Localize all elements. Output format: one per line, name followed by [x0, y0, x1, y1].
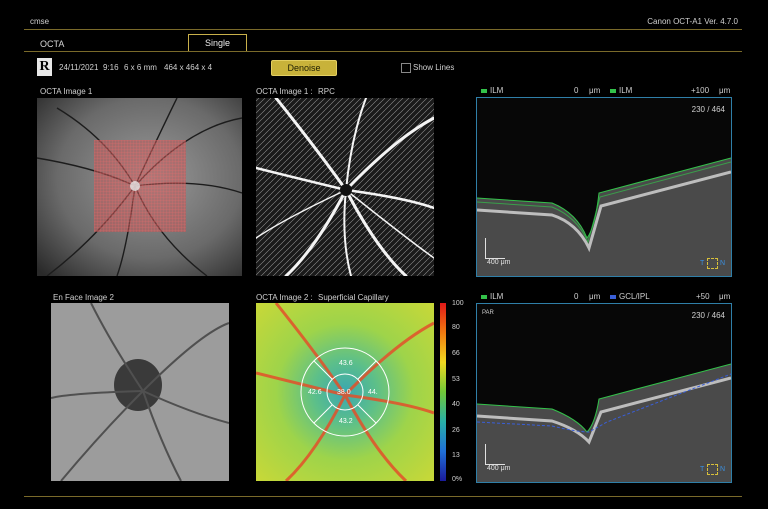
denoise-button[interactable]: Denoise: [271, 60, 337, 76]
tab-single[interactable]: Single: [188, 34, 247, 52]
ilm-line-indicator-2: [610, 89, 616, 93]
sector-center-value: 38.0: [337, 389, 351, 396]
colorbar-tick-80: 80: [452, 324, 460, 331]
colorbar-tick-100: 100: [452, 300, 464, 307]
ilm-line-indicator-bottom: [481, 295, 487, 299]
ilm-line-indicator: [481, 89, 487, 93]
footer-divider: [24, 496, 742, 497]
colorbar-tick-66: 66: [452, 350, 460, 357]
scan-resolution: 464 x 464 x 4: [164, 63, 213, 72]
density-colorbar: [440, 303, 446, 481]
scan-size: 6 x 6 mm: [124, 63, 157, 72]
octa-2-title: OCTA Image 2 :: [256, 293, 313, 302]
bscan-bottom[interactable]: PAR 230 / 464 400 μm T N: [476, 303, 732, 483]
sector-top-value: 43.6: [339, 360, 353, 367]
top-orientation-icon: [707, 258, 718, 269]
colorbar-tick-13: 13: [452, 452, 460, 459]
sector-left-value: 42.6: [308, 389, 322, 396]
tab-octa[interactable]: OCTA: [40, 39, 64, 49]
top-layer1-name: ILM: [490, 86, 504, 95]
exam-date: 24/11/2021: [59, 63, 99, 72]
bottom-layer2-name: GCL/IPL: [619, 292, 650, 301]
bottom-temporal-label: T: [700, 466, 705, 473]
bottom-slice-counter: 230 / 464: [691, 311, 725, 320]
version-label: Canon OCT-A1 Ver. 4.7.0: [647, 17, 738, 26]
top-scale-label: 400 μm: [487, 259, 511, 266]
top-layer1-offset: 0: [574, 86, 579, 95]
top-layer2-name: ILM: [619, 86, 633, 95]
top-nasal-label: N: [720, 260, 726, 267]
show-lines-label[interactable]: Show Lines: [413, 63, 454, 72]
gcl-ipl-line-indicator: [610, 295, 616, 299]
bottom-par-tag: PAR: [482, 310, 494, 316]
show-lines-checkbox[interactable]: [401, 63, 411, 73]
bottom-layer1-unit: μm: [589, 292, 601, 301]
bottom-layer2-offset: +50: [696, 292, 710, 301]
bottom-layer1-name: ILM: [490, 292, 504, 301]
octa-2-layer: Superficial Capillary: [318, 293, 389, 302]
fundus-octa-image-1[interactable]: [37, 98, 242, 276]
octa-rpc-image[interactable]: [256, 98, 434, 276]
top-layer2-offset: +100: [691, 86, 710, 95]
top-layer1-unit: μm: [589, 86, 601, 95]
bottom-layer1-offset: 0: [574, 292, 579, 301]
top-temporal-label: T: [700, 260, 705, 267]
bottom-scale-bar-v: [485, 444, 486, 464]
bscan-top[interactable]: 230 / 464 400 μm T N: [476, 97, 732, 277]
bottom-nasal-label: N: [720, 466, 726, 473]
user-label: cmse: [30, 17, 50, 26]
octa-rpc-title: OCTA Image 1 :: [256, 87, 313, 96]
colorbar-tick-26: 26: [452, 427, 460, 434]
colorbar-tick-0: 0%: [452, 476, 463, 483]
sector-bottom-value: 43.2: [339, 418, 353, 425]
octa-rpc-layer: RPC: [318, 87, 335, 96]
header-divider: [24, 29, 742, 30]
right-eye-badge: R: [37, 58, 52, 76]
bottom-layer2-unit: μm: [719, 292, 731, 301]
bottom-scale-label: 400 μm: [487, 465, 511, 472]
exam-time: 9:16: [103, 63, 119, 72]
top-scale-bar-v: [485, 238, 486, 258]
colorbar-tick-40: 40: [452, 401, 460, 408]
en-face-image-2[interactable]: [51, 303, 229, 481]
bottom-orientation-icon: [707, 464, 718, 475]
superficial-capillary-map[interactable]: 43.6 42.6 38.0 44. 43.2: [256, 303, 434, 481]
top-slice-counter: 230 / 464: [691, 105, 725, 114]
tab-divider: [24, 51, 742, 52]
top-layer2-unit: μm: [719, 86, 731, 95]
en-face-2-title: En Face Image 2: [53, 293, 114, 302]
colorbar-tick-53: 53: [452, 376, 460, 383]
octa-image-1-title: OCTA Image 1: [40, 87, 93, 96]
sector-right-value: 44.: [368, 389, 378, 396]
